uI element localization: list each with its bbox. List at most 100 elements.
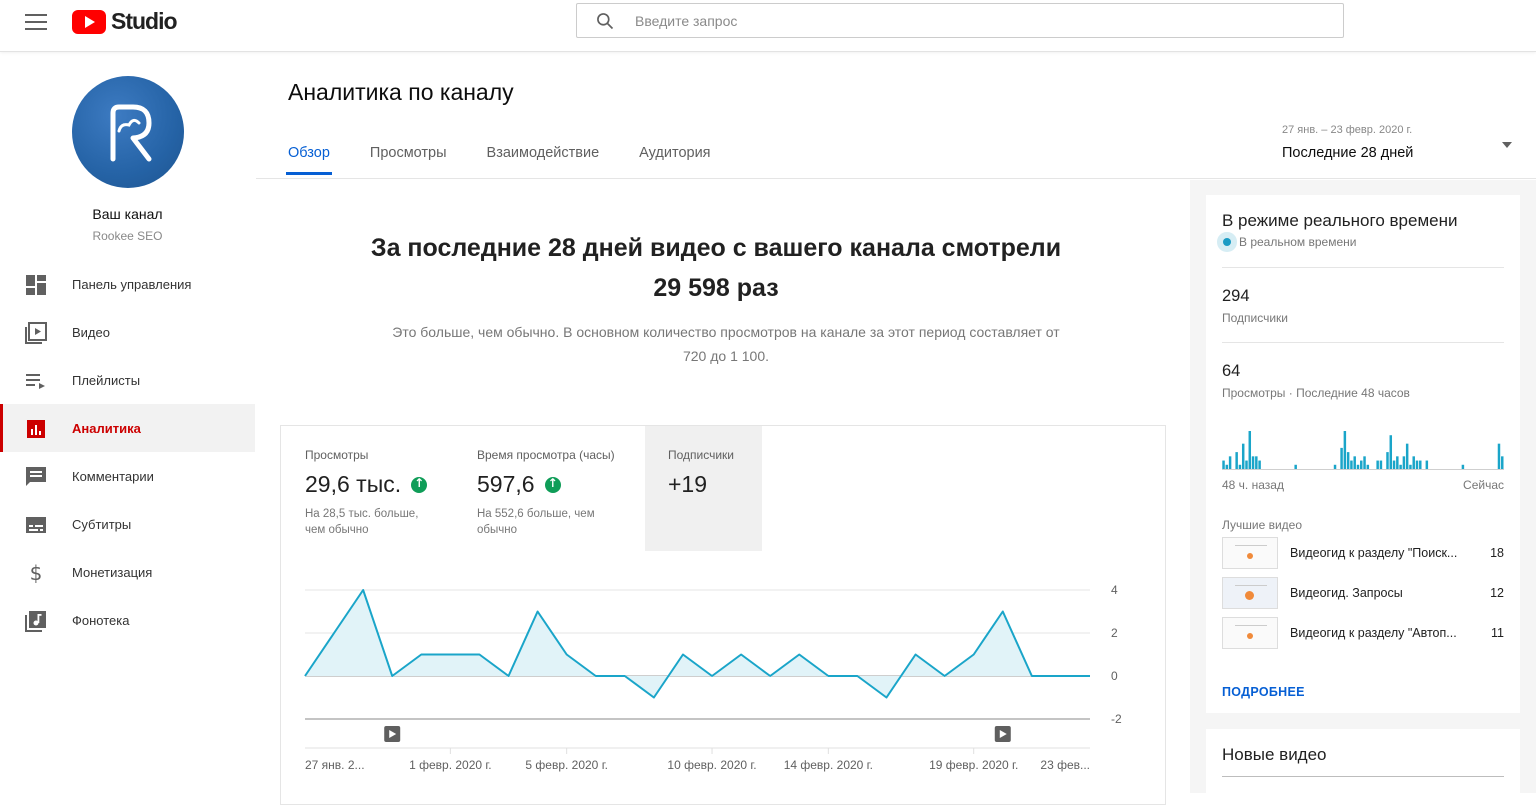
realtime-bar bbox=[1363, 456, 1366, 469]
best-video-item[interactable]: Видеогид к разделу "Поиск... 18 bbox=[1222, 536, 1504, 570]
metric-watch-time[interactable]: Время просмотра (часы) 597,6 На 552,6 бо… bbox=[477, 426, 637, 551]
sidebar-item-subtitles[interactable]: Субтитры bbox=[0, 500, 255, 548]
video-title: Видеогид. Запросы bbox=[1290, 586, 1403, 600]
date-range-label: Последние 28 дней bbox=[1282, 145, 1414, 161]
x-tick-label: 23 фев... bbox=[1040, 758, 1090, 772]
divider bbox=[1222, 267, 1504, 268]
video-views: 11 bbox=[1491, 626, 1504, 640]
y-tick-label: 4 bbox=[1111, 583, 1118, 597]
sidebar-item-dashboard[interactable]: Панель управления bbox=[0, 260, 255, 308]
realtime-bar bbox=[1356, 464, 1360, 469]
youtube-play-icon bbox=[72, 9, 106, 34]
realtime-subscribers-value: 294 bbox=[1222, 287, 1250, 305]
best-video-item[interactable]: Видеогид к разделу "Автоп... 11 bbox=[1222, 616, 1504, 650]
metric-views[interactable]: Просмотры 29,6 тыс. На 28,5 тыс. больше,… bbox=[305, 426, 465, 551]
x-tick-label: 5 февр. 2020 г. bbox=[525, 758, 608, 772]
realtime-status: В реальном времени bbox=[1222, 235, 1356, 249]
video-views: 18 bbox=[1490, 546, 1504, 560]
divider bbox=[1222, 776, 1504, 777]
realtime-bar bbox=[1461, 464, 1465, 469]
realtime-bar bbox=[1501, 456, 1504, 469]
sidebar-item-analytics[interactable]: Аналитика bbox=[0, 404, 255, 452]
realtime-axis-end: Сейчас bbox=[1463, 478, 1504, 492]
divider bbox=[1222, 342, 1504, 343]
tab-audience[interactable]: Аудитория bbox=[639, 145, 710, 173]
x-tick-label: 10 февр. 2020 г. bbox=[667, 758, 756, 772]
analytics-tabs: Обзор Просмотры Взаимодействие Аудитория bbox=[286, 145, 751, 175]
realtime-bar bbox=[1419, 460, 1422, 469]
playlist-icon bbox=[26, 374, 45, 389]
tab-views[interactable]: Просмотры bbox=[370, 145, 447, 173]
realtime-bar bbox=[1376, 460, 1379, 469]
sidebar-item-label: Субтитры bbox=[72, 516, 132, 532]
see-more-link[interactable]: ПОДРОБНЕЕ bbox=[1222, 685, 1305, 699]
metric-value: +19 bbox=[668, 471, 708, 497]
subtitles-icon bbox=[26, 517, 46, 533]
realtime-bar bbox=[1346, 452, 1350, 469]
summary-headline: За последние 28 дней видео с вашего кана… bbox=[296, 228, 1136, 308]
realtime-bar bbox=[1241, 443, 1245, 469]
sidebar-item-label: Комментарии bbox=[72, 468, 154, 484]
realtime-bar bbox=[1396, 456, 1399, 469]
sidebar-item-label: Монетизация bbox=[72, 564, 153, 580]
sidebar-item-monetization[interactable]: $ Монетизация bbox=[0, 548, 255, 596]
metrics-card: Просмотры 29,6 тыс. На 28,5 тыс. больше,… bbox=[280, 425, 1166, 805]
sidebar-item-label: Аналитика bbox=[72, 420, 141, 436]
best-video-item[interactable]: Видеогид. Запросы 12 bbox=[1222, 576, 1504, 610]
x-tick-label: 19 февр. 2020 г. bbox=[929, 758, 1018, 772]
x-tick-label: 27 янв. 2... bbox=[305, 758, 365, 772]
realtime-bar bbox=[1255, 456, 1258, 469]
tab-engagement[interactable]: Взаимодействие bbox=[487, 145, 600, 173]
realtime-bar bbox=[1225, 464, 1229, 469]
summary-description-line: 720 до 1 100. bbox=[682, 348, 770, 364]
sidebar-item-audio-library[interactable]: Фонотека bbox=[0, 596, 255, 644]
metric-subscribers[interactable]: Подписчики +19 bbox=[645, 426, 762, 551]
realtime-bar bbox=[1405, 443, 1409, 469]
realtime-bar bbox=[1235, 452, 1238, 469]
metric-label: Подписчики bbox=[668, 448, 735, 462]
comments-icon bbox=[26, 467, 46, 486]
realtime-bar bbox=[1251, 456, 1255, 469]
realtime-bar bbox=[1333, 464, 1337, 469]
logo-text: Studio bbox=[111, 8, 178, 34]
realtime-views-bars bbox=[1222, 431, 1504, 470]
studio-logo[interactable]: Studio bbox=[72, 8, 178, 35]
video-title: Видеогид к разделу "Автоп... bbox=[1290, 626, 1457, 640]
realtime-bar bbox=[1343, 431, 1347, 469]
new-videos-card: Новые видео bbox=[1206, 729, 1520, 799]
sidebar: Ваш канал Rookee SEO Панель управления В… bbox=[0, 53, 255, 793]
realtime-bar bbox=[1248, 431, 1252, 469]
tab-overview[interactable]: Обзор bbox=[286, 145, 332, 175]
sidebar-item-comments[interactable]: Комментарии bbox=[0, 452, 255, 500]
dollar-icon: $ bbox=[30, 562, 43, 584]
realtime-card: В режиме реального времени В реальном вр… bbox=[1206, 195, 1520, 713]
search-input[interactable] bbox=[635, 12, 1285, 29]
caret-down-icon bbox=[1502, 142, 1512, 148]
metric-label: Время просмотра (часы) bbox=[477, 448, 615, 462]
video-views: 12 bbox=[1490, 586, 1504, 600]
sidebar-item-video[interactable]: Видео bbox=[0, 308, 255, 356]
page-title: Аналитика по каналу bbox=[288, 79, 514, 105]
date-range-selector[interactable]: 27 янв. – 23 февр. 2020 г. Последние 28 … bbox=[1282, 124, 1522, 161]
video-marker-icon bbox=[994, 726, 1011, 742]
menu-icon[interactable] bbox=[25, 14, 47, 30]
summary-description: Это больше, чем обычно. В основном колич… bbox=[306, 320, 1146, 368]
metric-value: 29,6 тыс. bbox=[305, 471, 402, 497]
realtime-bar bbox=[1415, 460, 1419, 469]
rookee-logo-icon bbox=[110, 104, 152, 162]
search-icon[interactable] bbox=[595, 11, 615, 31]
realtime-bar bbox=[1360, 460, 1363, 469]
best-videos-title: Лучшие видео bbox=[1222, 518, 1303, 532]
sidebar-item-playlists[interactable]: Плейлисты bbox=[0, 356, 255, 404]
realtime-status-label: В реальном времени bbox=[1239, 235, 1357, 249]
realtime-views-value: 64 bbox=[1222, 362, 1241, 380]
video-title: Видеогид к разделу "Поиск... bbox=[1290, 546, 1458, 560]
summary-headline-line: 29 598 раз bbox=[653, 274, 779, 302]
live-dot-icon bbox=[1223, 238, 1231, 246]
metric-note: На 28,5 тыс. больше, чем обычно bbox=[305, 508, 419, 536]
search-box[interactable] bbox=[576, 3, 1344, 38]
realtime-bar bbox=[1350, 460, 1353, 469]
channel-avatar[interactable] bbox=[72, 76, 184, 188]
realtime-bar bbox=[1258, 460, 1261, 469]
realtime-views-label: Просмотры · Последние 48 часов bbox=[1222, 386, 1410, 400]
